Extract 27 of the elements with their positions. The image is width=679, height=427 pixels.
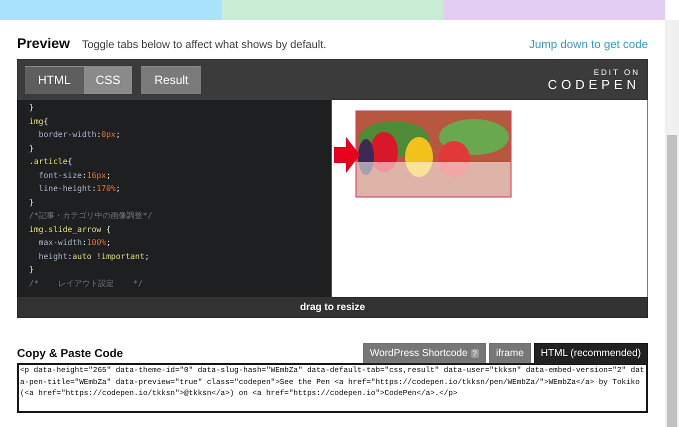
code-line: height:auto !important; [38,250,150,263]
code-line: img{ [29,116,50,128]
code-line: /*記事・カテゴリ中の画像調整*/ [29,210,154,222]
code-line: } [29,196,35,208]
editor-tab[interactable]: Result [141,66,202,94]
embed-type-tab[interactable]: iframe [488,343,531,363]
embed-type-tab[interactable]: HTML (recommended) [534,343,648,363]
scrollbar-thumb[interactable] [667,135,677,427]
code-line: } [29,142,35,154]
embed-type-tab[interactable]: WordPress Shortcode ? [362,343,486,363]
hint-text: Toggle tabs below to affect what shows by default. [82,39,326,51]
section-title: Copy & Paste Code [17,348,124,362]
code-line: max-width:100%; [38,237,112,249]
code-line: line-height:170%; [38,183,122,195]
code-line: } [29,102,35,114]
section-title: Preview [17,35,70,51]
code-line: border-width:0px; [38,129,122,141]
edit-on-text[interactable]: EDIT ON [594,68,640,76]
code-line: .article{ [29,156,74,168]
code-line: font-size:16px; [38,170,112,182]
code-line: /* レイアウト設定 */ [29,278,144,290]
code-line: img.slide_arrow { [29,224,112,236]
code-line: } [29,264,35,276]
codepen-logo[interactable]: CODEPEN [548,76,640,92]
editor-tab[interactable]: CSS [84,66,132,94]
editor-tab[interactable]: HTML [25,66,84,94]
resize-bar[interactable]: drag to resize [17,297,648,318]
